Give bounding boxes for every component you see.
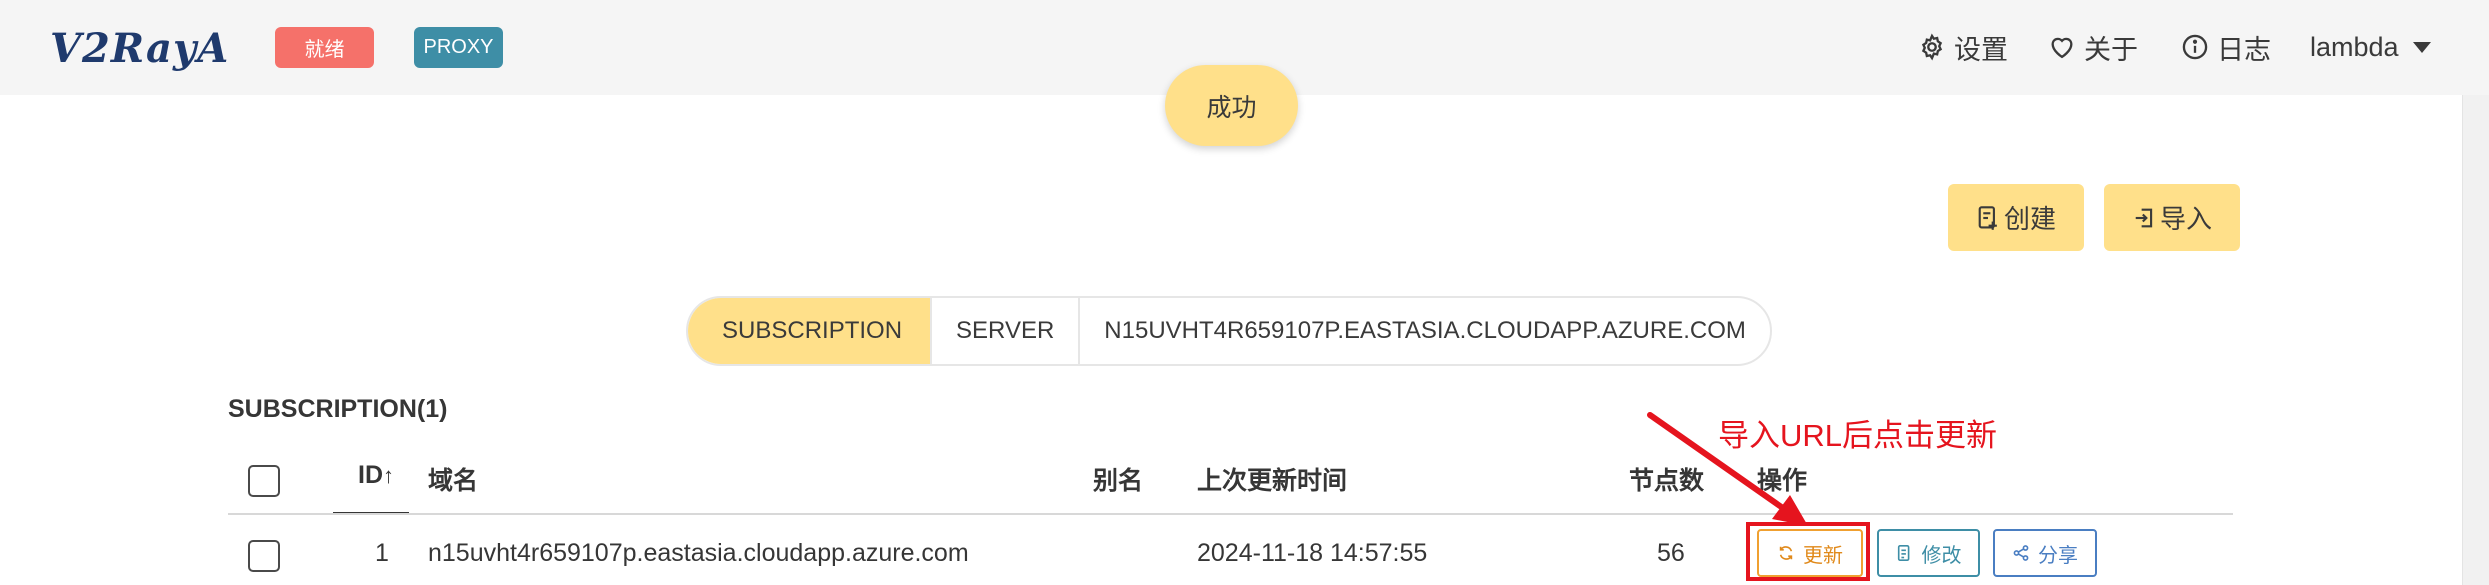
row-id: 1 (375, 539, 389, 567)
annotation-highlight-box (1746, 522, 1870, 581)
success-toast: 成功 (1165, 65, 1298, 146)
share-icon (2013, 545, 2029, 561)
logo-text: V2RayA (50, 24, 230, 72)
user-menu-label: lambda (2310, 31, 2399, 62)
share-button[interactable]: 分享 (1993, 529, 2097, 577)
import-button-label: 导入 (2159, 204, 2212, 234)
app-logo[interactable]: V2RayA (50, 18, 229, 78)
nav-settings-label: 设置 (1954, 34, 2008, 65)
import-button[interactable]: 导入 (2104, 184, 2240, 251)
import-icon (2135, 208, 2153, 227)
create-button[interactable]: 创建 (1948, 184, 2084, 251)
gear-icon (1921, 33, 1943, 61)
edit-button[interactable]: 修改 (1877, 529, 1980, 577)
page-scrollbar[interactable] (2462, 95, 2489, 585)
nav-log-label: 日志 (2217, 34, 2271, 65)
info-icon (2182, 34, 2208, 60)
tab-server[interactable]: SERVER (932, 298, 1081, 364)
column-header-alias[interactable]: 别名 (1093, 461, 1143, 497)
annotation-arrow-icon (1647, 412, 1808, 526)
edit-button-label: 修改 (1921, 544, 1962, 567)
table-header-divider (228, 513, 2233, 515)
create-button-label: 创建 (2003, 204, 2056, 234)
edit-icon (1897, 544, 1909, 562)
tab-bar: SUBSCRIPTION SERVER N15UVHT4R659107P.EAS… (686, 296, 1772, 366)
column-header-updated[interactable]: 上次更新时间 (1197, 461, 1347, 497)
share-button-label: 分享 (2038, 544, 2078, 567)
select-all-checkbox[interactable] (248, 465, 280, 497)
tab-subscription[interactable]: SUBSCRIPTION (688, 298, 933, 364)
user-menu[interactable]: lambda (2310, 25, 2431, 69)
sort-arrow-icon: ↑ (383, 463, 394, 488)
row-domain: n15uvht4r659107p.eastasia.cloudapp.azure… (428, 539, 969, 567)
status-badge: 就绪 (275, 27, 374, 68)
nav-about-label: 关于 (2084, 34, 2138, 65)
nav-settings[interactable]: 设置 (1918, 25, 2008, 69)
column-header-id-label: ID (358, 461, 383, 489)
chevron-down-icon (2412, 41, 2431, 53)
row-nodes: 56 (1657, 539, 1685, 567)
column-header-domain[interactable]: 域名 (428, 461, 478, 497)
section-title: SUBSCRIPTION(1) (228, 395, 448, 423)
row-updated: 2024-11-18 14:57:55 (1197, 539, 1428, 567)
tab-subscription-servers[interactable]: N15UVHT4R659107P.EASTASIA.CLOUDAPP.AZURE… (1080, 298, 1770, 364)
create-icon (1978, 205, 1997, 230)
nav-about[interactable]: 关于 (2048, 25, 2138, 69)
nav-log[interactable]: 日志 (2181, 25, 2271, 69)
column-header-id[interactable]: ID↑ (358, 461, 394, 490)
row-checkbox[interactable] (248, 540, 280, 572)
proxy-badge: PROXY (414, 27, 503, 68)
heart-icon (2051, 37, 2073, 59)
